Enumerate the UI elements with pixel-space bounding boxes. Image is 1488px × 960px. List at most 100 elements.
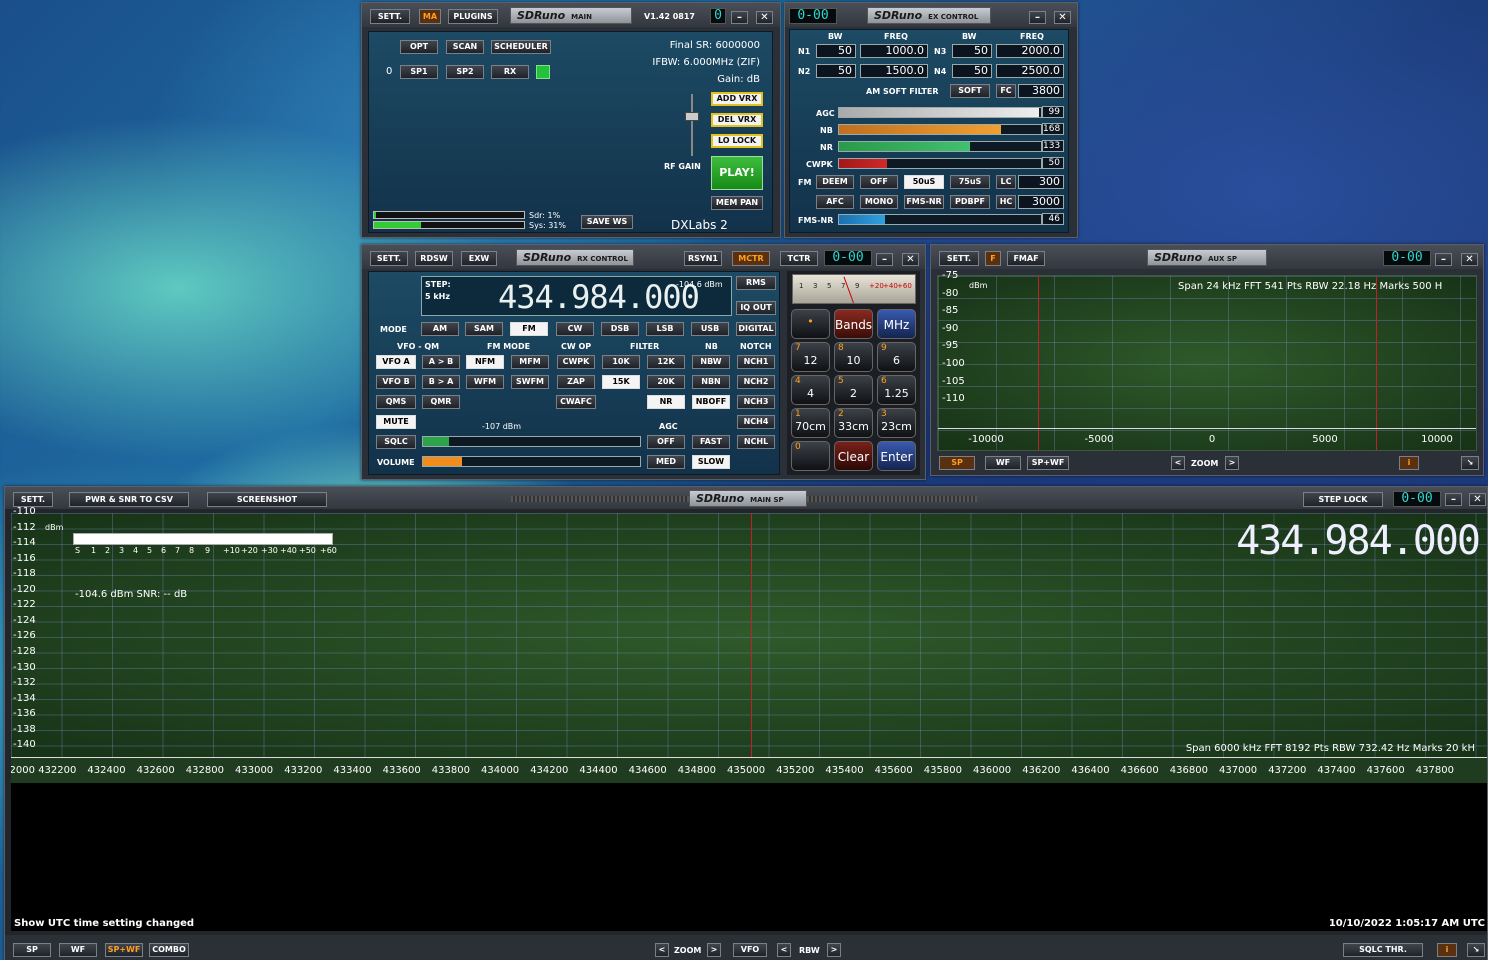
- mode-am-button[interactable]: AM: [421, 322, 459, 336]
- aux-close-button[interactable]: ✕: [1461, 253, 1478, 266]
- lo-lock-button[interactable]: LO LOCK: [711, 134, 763, 148]
- nbn-button[interactable]: NBN: [692, 375, 730, 389]
- keypad-key[interactable]: 52: [834, 375, 873, 405]
- main-zoom-in-button[interactable]: >: [707, 943, 721, 957]
- n1-freq-field[interactable]: 1000.0: [860, 44, 928, 58]
- frequency-display[interactable]: STEP: 5 kHz 434.984.000 -104.6 dBm: [421, 276, 732, 316]
- qms-button[interactable]: QMS: [376, 395, 416, 409]
- main-ma-button[interactable]: MA: [419, 9, 441, 24]
- rx-minimize-button[interactable]: –: [876, 253, 893, 266]
- nch4-button[interactable]: NCH4: [737, 415, 775, 429]
- fc-field[interactable]: 3800: [1018, 84, 1064, 98]
- keypad-key[interactable]: •: [791, 309, 830, 339]
- vfo-b-button[interactable]: VFO B: [376, 375, 416, 389]
- mainsp-close-button[interactable]: ✕: [1469, 493, 1486, 506]
- rx-close-button[interactable]: ✕: [902, 253, 919, 266]
- main-rbw-down-button[interactable]: <: [777, 943, 791, 957]
- main-resize-icon[interactable]: ↘: [1467, 943, 1485, 957]
- keypad-key[interactable]: Clear: [834, 441, 873, 471]
- swfm-button[interactable]: SWFM: [511, 375, 549, 389]
- mctr-button[interactable]: MCTR: [732, 251, 770, 266]
- rsyn1-button[interactable]: RSYN1: [684, 251, 722, 266]
- agc-off-button[interactable]: OFF: [647, 435, 685, 449]
- nch2-button[interactable]: NCH2: [737, 375, 775, 389]
- keypad-key[interactable]: 7 12: [791, 342, 830, 372]
- aux-resize-icon[interactable]: ↘: [1461, 456, 1479, 470]
- rx-button[interactable]: RX: [491, 65, 529, 79]
- n4-freq-field[interactable]: 2500.0: [996, 64, 1064, 78]
- minimize-button[interactable]: –: [731, 11, 748, 24]
- aux-sett-button[interactable]: SETT.: [939, 251, 979, 266]
- scheduler-button[interactable]: SCHEDULER: [491, 40, 551, 54]
- tctr-button[interactable]: TCTR: [780, 251, 818, 266]
- main-plugins-button[interactable]: PLUGINS: [448, 9, 498, 24]
- nch3-button[interactable]: NCH3: [737, 395, 775, 409]
- pdbpf-button[interactable]: PDBPF: [950, 195, 990, 209]
- mode-lsb-button[interactable]: LSB: [646, 322, 684, 336]
- main-info-button[interactable]: i: [1437, 943, 1457, 957]
- deem-button[interactable]: DEEM: [816, 175, 854, 189]
- rx-sett-button[interactable]: SETT.: [370, 251, 408, 266]
- rms-button[interactable]: RMS: [736, 276, 776, 290]
- sp1-button[interactable]: SP1: [400, 65, 438, 79]
- keypad-key[interactable]: Enter: [877, 441, 916, 471]
- play-button[interactable]: PLAY!: [711, 156, 763, 190]
- n3-freq-field[interactable]: 2000.0: [996, 44, 1064, 58]
- fms-nr-button[interactable]: FMS-NR: [904, 195, 944, 209]
- nb-slider[interactable]: [838, 124, 1042, 135]
- fms-nr-slider[interactable]: [838, 214, 1042, 225]
- main-sp-button[interactable]: SP: [13, 943, 51, 957]
- opt-button[interactable]: OPT: [400, 40, 438, 54]
- keypad-key[interactable]: 1 70cm: [791, 408, 830, 438]
- keypad-key[interactable]: 2 33cm: [834, 408, 873, 438]
- nfm-button[interactable]: NFM: [466, 355, 504, 369]
- mode-usb-button[interactable]: USB: [691, 322, 729, 336]
- vfo-a-button[interactable]: VFO A: [376, 355, 416, 369]
- cwpk-button[interactable]: CWPK: [557, 355, 595, 369]
- keypad-key[interactable]: 8 10: [834, 342, 873, 372]
- close-button[interactable]: ✕: [756, 11, 773, 24]
- main-spectrum[interactable]: -110 -112 -114 -116 -118 -120 -122 -124 -126 -128…: [11, 506, 1487, 757]
- deem-75us-button[interactable]: 75uS: [950, 175, 990, 189]
- n4-bw-field[interactable]: 50: [952, 64, 992, 78]
- keypad-key[interactable]: Bands: [834, 309, 873, 339]
- keypad-key[interactable]: 96: [877, 342, 916, 372]
- keypad-key[interactable]: MHz: [877, 309, 916, 339]
- aux-minimize-button[interactable]: –: [1435, 253, 1452, 266]
- mfm-button[interactable]: MFM: [511, 355, 549, 369]
- keypad-key[interactable]: 0: [791, 441, 830, 471]
- main-rbw-up-button[interactable]: >: [827, 943, 841, 957]
- aux-wf-button[interactable]: WF: [985, 456, 1021, 470]
- agc-med-button[interactable]: MED: [647, 455, 685, 469]
- afc-button[interactable]: AFC: [816, 195, 854, 209]
- iq-out-button[interactable]: IQ OUT: [736, 301, 776, 315]
- pwr-snr-csv-button[interactable]: PWR & SNR TO CSV: [69, 492, 189, 507]
- b-to-a-button[interactable]: B > A: [422, 375, 460, 389]
- mono-button[interactable]: MONO: [860, 195, 898, 209]
- mode-cw-button[interactable]: CW: [556, 322, 594, 336]
- del-vrx-button[interactable]: DEL VRX: [711, 113, 763, 127]
- main-combo-button[interactable]: COMBO: [149, 943, 189, 957]
- filter-12k-button[interactable]: 12K: [647, 355, 685, 369]
- keypad-key[interactable]: 3 23cm: [877, 408, 916, 438]
- sqlc-slider[interactable]: [422, 436, 641, 447]
- rdsw-button[interactable]: RDSW: [415, 251, 453, 266]
- save-ws-button[interactable]: SAVE WS: [581, 215, 633, 229]
- nch1-button[interactable]: NCH1: [737, 355, 775, 369]
- aux-spectrum[interactable]: -75 -80 -85 -90 -95 -100 -105 -110 dBm Span 24 …: [937, 270, 1477, 451]
- agc-slider[interactable]: [838, 107, 1042, 118]
- step-lock-button[interactable]: STEP LOCK: [1303, 492, 1383, 507]
- screenshot-button[interactable]: SCREENSHOT: [207, 492, 327, 507]
- filter-10k-button[interactable]: 10K: [602, 355, 640, 369]
- mode-dsb-button[interactable]: DSB: [601, 322, 639, 336]
- volume-slider[interactable]: [422, 456, 641, 467]
- sp2-button[interactable]: SP2: [446, 65, 484, 79]
- mute-button[interactable]: MUTE: [376, 415, 416, 429]
- deem-50us-button[interactable]: 50uS: [904, 175, 944, 189]
- main-sett-button[interactable]: SETT.: [370, 9, 410, 24]
- mainsp-minimize-button[interactable]: –: [1445, 493, 1462, 506]
- aux-spwf-button[interactable]: SP+WF: [1027, 456, 1069, 470]
- mode-sam-button[interactable]: SAM: [465, 322, 503, 336]
- nboff-button[interactable]: NBOFF: [692, 395, 730, 409]
- cwafc-button[interactable]: CWAFC: [556, 395, 596, 409]
